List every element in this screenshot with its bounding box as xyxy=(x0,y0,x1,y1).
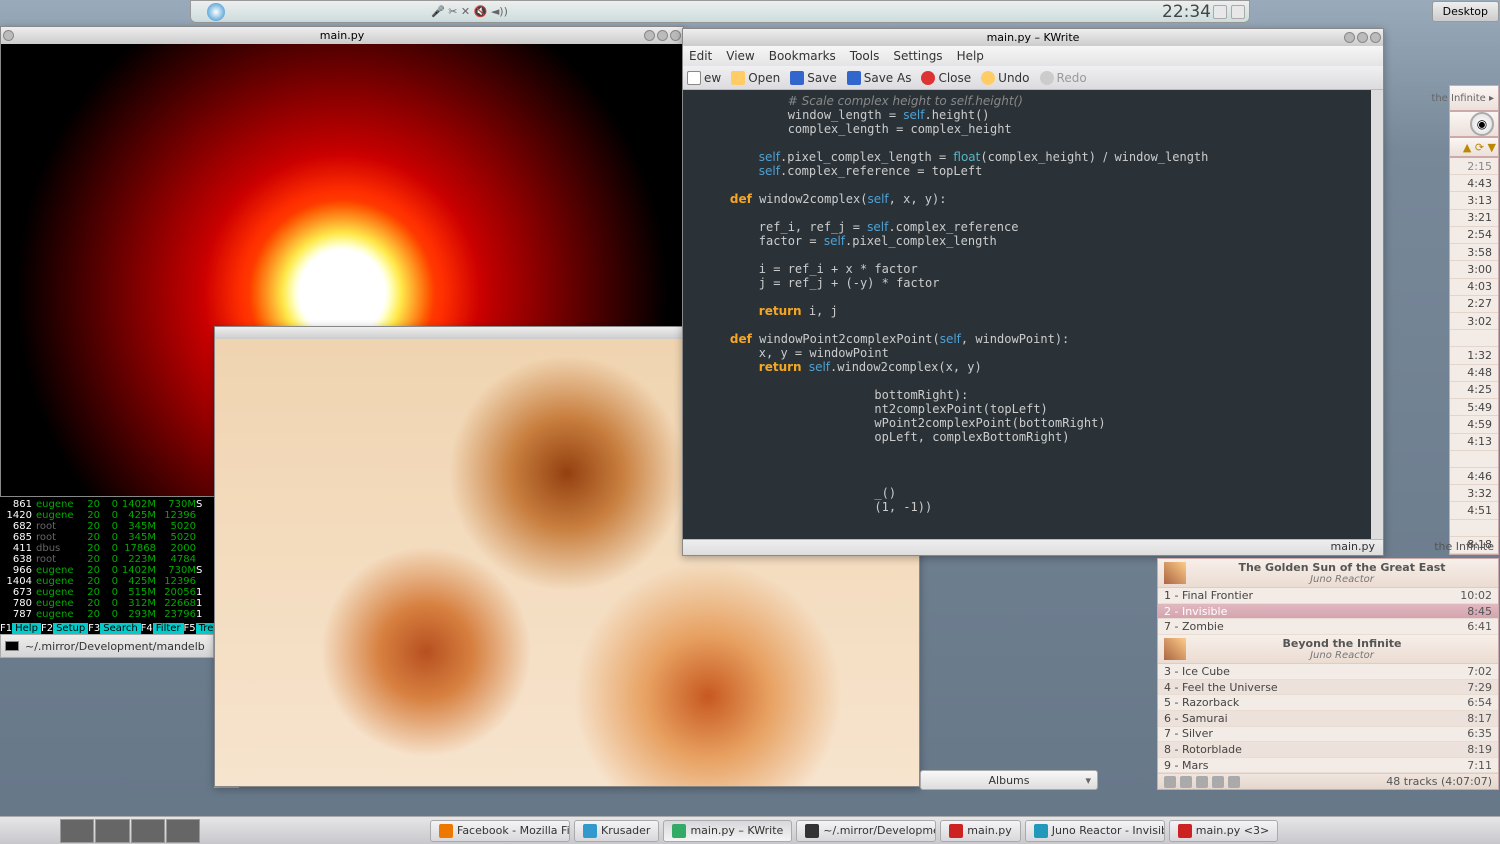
player-controls: the Infinite ▸ xyxy=(1449,85,1499,111)
save-as-button[interactable]: Save As xyxy=(847,71,912,85)
terminal-taskbar[interactable]: ~/.mirror/Development/mandelb xyxy=(0,634,214,658)
save-icon xyxy=(790,71,804,85)
system-tray[interactable]: 🎤 ✂ ✕ 🔇 ◄)) xyxy=(431,5,508,18)
clear-icon xyxy=(1196,776,1208,788)
undo-icon xyxy=(981,71,995,85)
track-row[interactable]: 8 - Rotorblade8:19 xyxy=(1158,742,1498,758)
menu-bar[interactable]: Edit View Bookmarks Tools Settings Help xyxy=(683,46,1383,66)
save-button[interactable]: Save xyxy=(790,71,836,85)
close-icon xyxy=(921,71,935,85)
track-times-list[interactable]: 2:154:433:133:212:543:583:004:032:273:02… xyxy=(1449,157,1499,555)
task-button[interactable]: ~/.mirror/Development xyxy=(796,820,936,842)
panel-applets[interactable] xyxy=(1213,5,1245,19)
menu-tools[interactable]: Tools xyxy=(850,49,880,63)
htop-terminal[interactable]: 861eugene2001402M730MS1420eugene200425M1… xyxy=(0,497,214,634)
folder-open-icon xyxy=(731,71,745,85)
album-art-icon xyxy=(1164,638,1186,660)
task-button[interactable]: Krusader xyxy=(574,820,659,842)
kwrite-window[interactable]: main.py – KWrite Edit View Bookmarks Tools S… xyxy=(682,28,1384,556)
task-button[interactable]: main.py xyxy=(940,820,1020,842)
menu-view[interactable]: View xyxy=(726,49,754,63)
terminal-icon xyxy=(5,641,19,651)
app-icon xyxy=(583,824,597,838)
window-titlebar[interactable]: main.py – KWrite xyxy=(683,29,1383,46)
hidden-track-hint: the Infinite xyxy=(1434,540,1494,553)
track-row[interactable]: 3 - Ice Cube7:02 xyxy=(1158,664,1498,680)
redo-button[interactable]: Redo xyxy=(1040,71,1087,85)
maximize-icon[interactable] xyxy=(1357,32,1368,43)
menu-help[interactable]: Help xyxy=(957,49,984,63)
close-button[interactable]: Close xyxy=(921,71,971,85)
playlist-footer: 48 tracks (4:07:07) xyxy=(1158,773,1498,789)
toolbar: ew Open Save Save As Close Undo Redo xyxy=(683,66,1383,90)
app-icon xyxy=(1178,824,1192,838)
menu-settings[interactable]: Settings xyxy=(893,49,942,63)
track-row[interactable]: 1 - Final Frontier10:02 xyxy=(1158,588,1498,604)
album-header[interactable]: The Golden Sun of the Great EastJuno Rea… xyxy=(1158,559,1498,588)
track-row[interactable]: 7 - Zombie6:41 xyxy=(1158,619,1498,635)
minimize-icon[interactable] xyxy=(644,30,655,41)
maximize-icon[interactable] xyxy=(657,30,668,41)
close-icon[interactable] xyxy=(670,30,681,41)
close-icon[interactable] xyxy=(1370,32,1381,43)
show-desktop-button[interactable]: Desktop xyxy=(1432,1,1499,22)
album-art-icon xyxy=(1164,562,1186,584)
app-icon xyxy=(439,824,453,838)
save-icon xyxy=(1164,776,1176,788)
window-menu-icon[interactable] xyxy=(3,30,14,41)
window-title: main.py – KWrite xyxy=(987,31,1080,44)
nav-row[interactable]: ▲ ⟳ ▼ xyxy=(1449,137,1499,157)
app-icon xyxy=(1034,824,1048,838)
track-row[interactable]: 4 - Feel the Universe7:29 xyxy=(1158,680,1498,696)
task-button[interactable]: main.py <3> xyxy=(1169,820,1278,842)
volume-knob-icon[interactable]: ◉ xyxy=(1470,112,1494,136)
window-titlebar[interactable]: main.py xyxy=(1,27,683,44)
terminal-path: ~/.mirror/Development/mandelb xyxy=(25,640,205,653)
redo-icon xyxy=(1040,71,1054,85)
top-panel: 🎤 ✂ ✕ 🔇 ◄)) 22:34 xyxy=(190,0,1250,23)
music-player-sidebar: the Infinite ▸ ◉ ▲ ⟳ ▼ 2:154:433:133:212… xyxy=(1449,85,1499,555)
kde-logo-icon[interactable] xyxy=(207,3,225,21)
track-row[interactable]: 2 - Invisible8:45 xyxy=(1158,604,1498,620)
albums-dropdown[interactable]: Albums xyxy=(920,770,1098,790)
app-icon xyxy=(949,824,963,838)
menu-edit[interactable]: Edit xyxy=(689,49,712,63)
task-button[interactable]: Juno Reactor - Invisibl xyxy=(1025,820,1165,842)
undo-icon xyxy=(1212,776,1224,788)
config-icon xyxy=(1228,776,1240,788)
track-row[interactable]: 5 - Razorback6:54 xyxy=(1158,695,1498,711)
music-player-playlist[interactable]: The Golden Sun of the Great EastJuno Rea… xyxy=(1157,558,1499,790)
taskbar: Facebook - Mozilla FireKrusadermain.py –… xyxy=(0,816,1500,844)
file-icon xyxy=(687,71,701,85)
open-button[interactable]: Open xyxy=(731,71,780,85)
layout-icon xyxy=(1180,776,1192,788)
new-button[interactable]: ew xyxy=(687,71,721,85)
code-editor[interactable]: # Scale complex height to self.height() … xyxy=(683,90,1383,539)
track-row[interactable]: 9 - Mars7:11 xyxy=(1158,758,1498,774)
minimize-icon[interactable] xyxy=(1344,32,1355,43)
album-header[interactable]: Beyond the InfiniteJuno Reactor xyxy=(1158,635,1498,664)
task-button[interactable]: main.py – KWrite xyxy=(663,820,792,842)
undo-button[interactable]: Undo xyxy=(981,71,1029,85)
app-icon xyxy=(805,824,819,838)
task-list: Facebook - Mozilla FireKrusadermain.py –… xyxy=(430,820,1278,842)
window-title: main.py xyxy=(320,29,364,42)
clock[interactable]: 22:34 xyxy=(1162,2,1211,22)
menu-bookmarks[interactable]: Bookmarks xyxy=(769,49,836,63)
app-icon xyxy=(672,824,686,838)
save-as-icon xyxy=(847,71,861,85)
track-row[interactable]: 7 - Silver6:35 xyxy=(1158,727,1498,743)
next-icon[interactable]: the Infinite ▸ xyxy=(1431,93,1494,104)
status-bar: main.py xyxy=(683,539,1383,555)
desktop-pager[interactable] xyxy=(60,819,200,843)
track-row[interactable]: 6 - Samurai8:17 xyxy=(1158,711,1498,727)
task-button[interactable]: Facebook - Mozilla Fire xyxy=(430,820,570,842)
scrollbar[interactable] xyxy=(1371,90,1383,539)
